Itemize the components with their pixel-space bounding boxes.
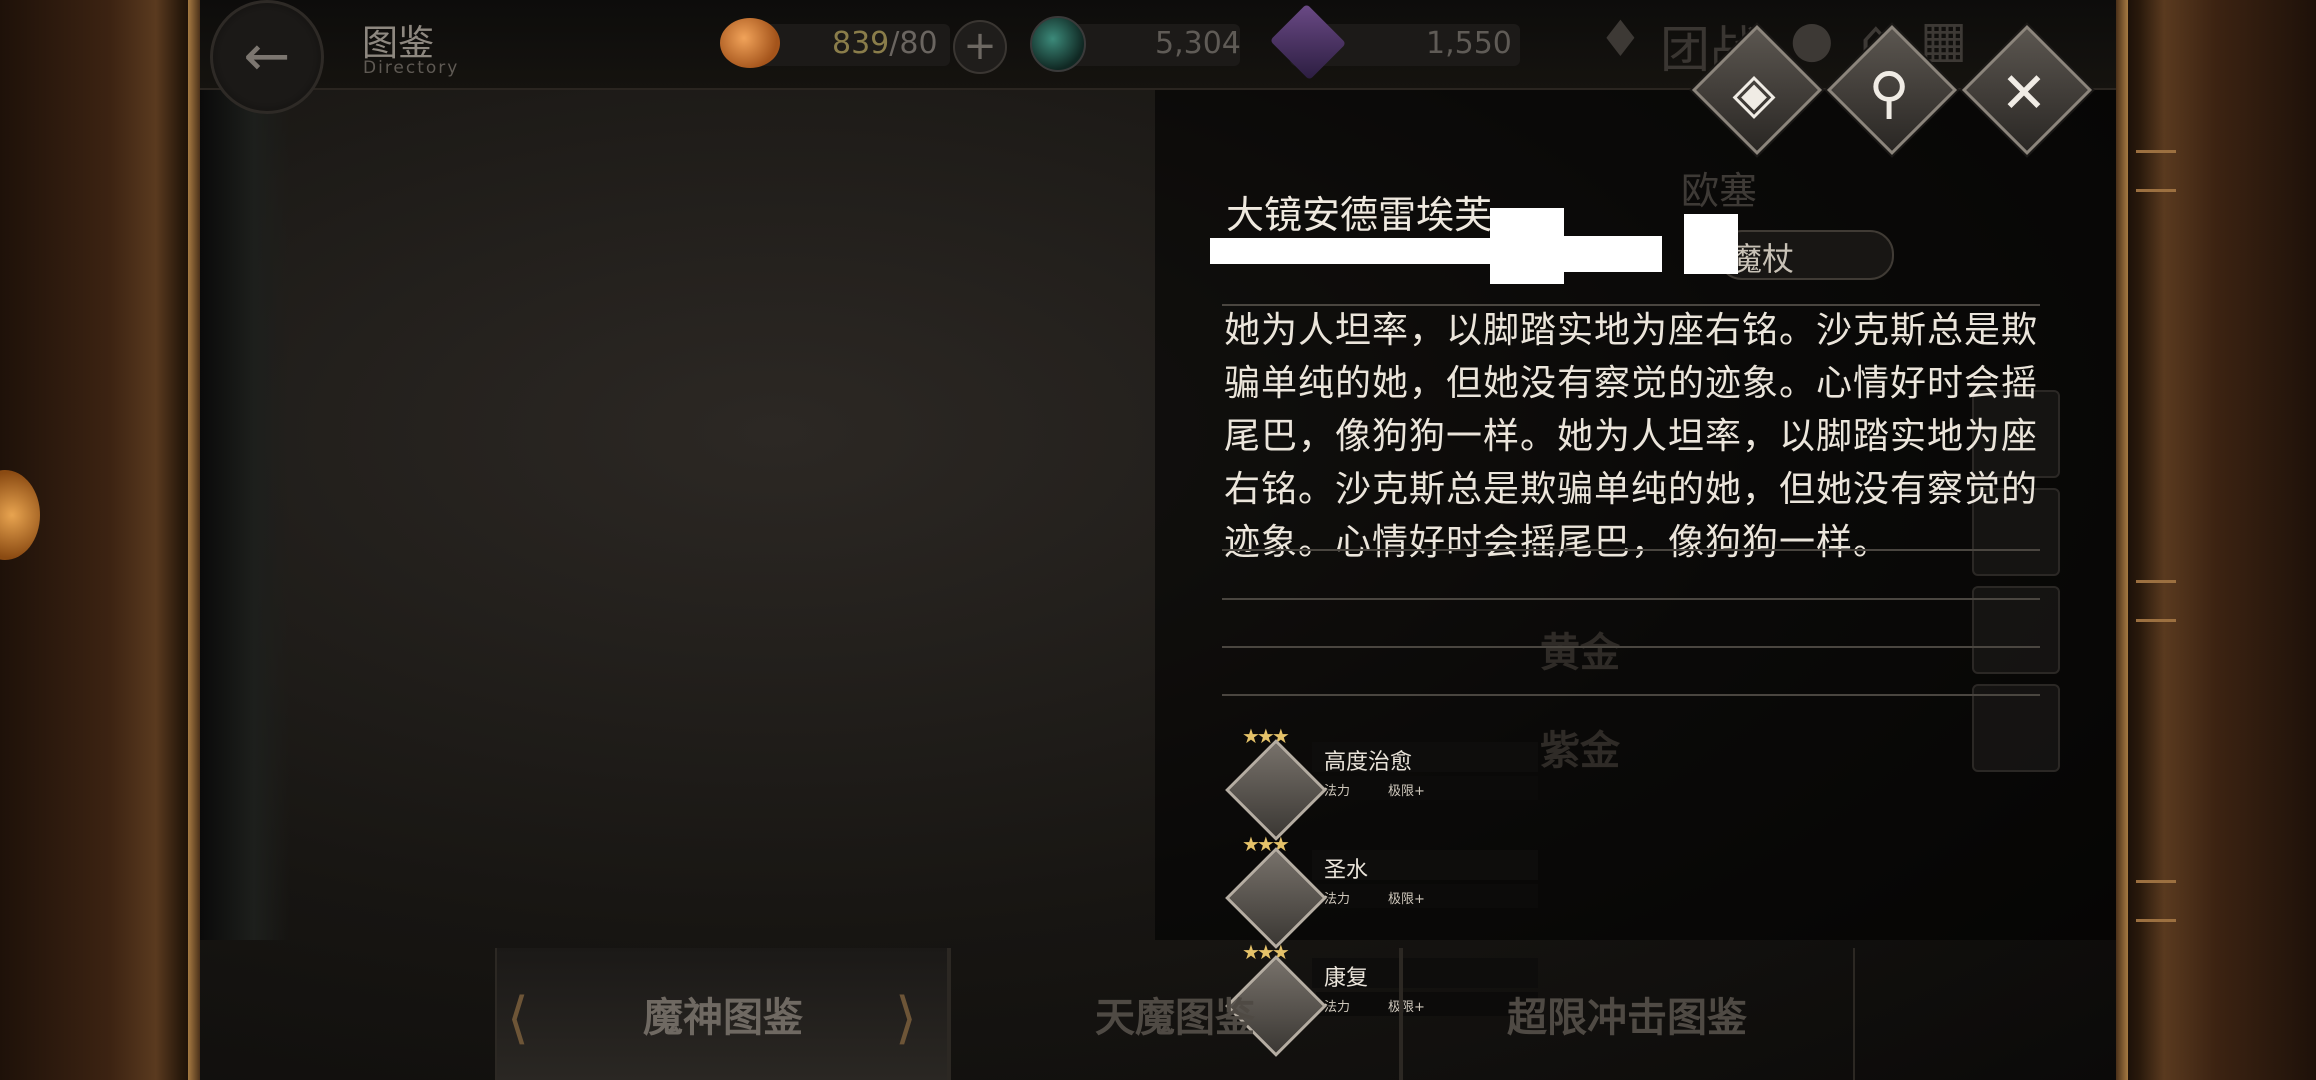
character-name: 大镜安德雷埃芙 [1226, 193, 1493, 237]
frame-ornament [2136, 580, 2176, 622]
divider [1222, 598, 2040, 600]
tab-demon-god[interactable]: 魔神图鉴 [495, 948, 951, 1080]
side-orb-icon[interactable] [0, 470, 40, 560]
skill-name: 圣水 [1324, 858, 1369, 883]
directory-tabs: 魔神图鉴 ⟨ ⟩ 天魔图鉴 超限冲击图鉴 [495, 948, 2055, 1080]
divider [1222, 646, 2040, 648]
left-frame [0, 0, 200, 1080]
skill-type: 法力 [1324, 892, 1351, 907]
frame-ornament [2136, 880, 2176, 922]
stamina-value: 839/80 [832, 26, 938, 61]
tab-sky-demon[interactable]: 天魔图鉴 [947, 948, 1403, 1080]
gem-value: 1,550 [1426, 26, 1512, 61]
curtain [200, 80, 290, 940]
right-frame [2116, 0, 2316, 1080]
redaction-mask [1564, 236, 1662, 272]
crystal-value: 5,304 [1155, 26, 1241, 61]
back-button[interactable]: ← [210, 0, 324, 114]
potion-icon [1030, 16, 1086, 72]
background-list-item: 黄金 [1540, 630, 1620, 676]
main-screen: 欧塞 黄金 紫金 ← 图鉴 Directory 839/80 + 5,304 1… [200, 0, 2116, 1080]
magnifier-icon: ⚲ [1868, 61, 1910, 126]
close-icon: ✕ [2000, 61, 2048, 126]
team-emblem-icon[interactable]: ♦ [1598, 10, 1643, 68]
redaction-mask [1684, 214, 1738, 274]
bread-icon [720, 18, 780, 68]
divider [1222, 694, 2040, 696]
speaker-icon: ◈ [1732, 61, 1776, 126]
frame-ornament [2136, 150, 2176, 192]
tab-overlimit[interactable]: 超限冲击图鉴 [1399, 948, 1855, 1080]
background-list-item: 紫金 [1540, 728, 1620, 774]
left-frame-rail [188, 0, 200, 1080]
character-description: 她为人坦率，以脚踏实地为座右铭。沙克斯总是欺骗单纯的她，但她没有察觉的迹象。心情… [1224, 310, 2039, 563]
arrow-left-icon: ← [243, 24, 291, 89]
skill-tag: 极限+ [1388, 892, 1425, 907]
background-list-slot [1972, 684, 2060, 772]
chevron-left-icon[interactable]: ⟨ [507, 986, 529, 1051]
redaction-mask [1490, 208, 1564, 284]
skill-item[interactable]: ★★★ 圣水 法力 极限+ [1220, 832, 1538, 949]
skill-tag: 极限+ [1388, 784, 1425, 799]
background-list-header: 欧塞 [1681, 169, 1758, 213]
skill-item[interactable]: ★★★ 高度治愈 法力 极限+ [1220, 724, 1538, 841]
skill-type: 法力 [1324, 784, 1351, 799]
chevron-right-icon[interactable]: ⟩ [895, 986, 917, 1051]
right-frame-rail [2116, 0, 2128, 1080]
skill-name: 高度治愈 [1324, 750, 1413, 775]
add-stamina-button[interactable]: + [953, 20, 1007, 74]
divider [1222, 549, 2040, 551]
weapon-type: 魔杖 [1730, 240, 1795, 278]
page-subtitle: Directory [363, 58, 460, 78]
gem-icon [1269, 3, 1347, 81]
